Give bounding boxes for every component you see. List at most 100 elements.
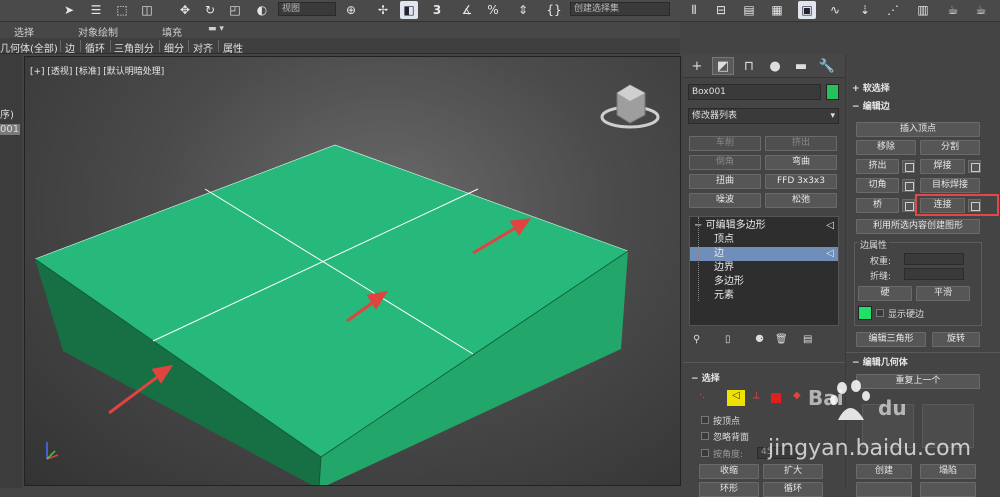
tab-geometry-all[interactable]: 几何体(全部): [0, 40, 58, 55]
viewcube-icon[interactable]: [600, 84, 660, 129]
render-setup-icon[interactable]: ▥: [914, 1, 932, 19]
select-by-name-icon[interactable]: ☰: [87, 1, 105, 19]
mirror-icon[interactable]: ⫴: [685, 1, 703, 19]
insert-vertex-button[interactable]: 插入顶点: [856, 122, 980, 137]
reference-coordinate-dropdown[interactable]: 视图: [278, 2, 336, 16]
selection-rollout-header[interactable]: − 选择: [691, 372, 720, 386]
extrude-modifier-button[interactable]: 挤出: [765, 136, 837, 151]
ignore-backfacing-checkbox[interactable]: [701, 432, 709, 440]
remove-button[interactable]: 移除: [856, 140, 916, 155]
stack-item-vertex[interactable]: 顶点: [690, 233, 838, 247]
edit-edges-rollout-header[interactable]: − 编辑边: [852, 100, 890, 114]
rotate-icon[interactable]: ↻: [201, 1, 219, 19]
shrink-button[interactable]: 收缩: [699, 464, 759, 479]
split-button[interactable]: 分割: [920, 140, 980, 155]
object-color-swatch[interactable]: [826, 84, 839, 100]
stack-item-polygon[interactable]: 多边形: [690, 275, 838, 289]
loop-button[interactable]: 循环: [763, 482, 823, 497]
collapse-button[interactable]: 塌陷: [920, 464, 976, 479]
extrude-settings-icon[interactable]: [902, 160, 915, 173]
modifier-stack[interactable]: − 可编辑多边形 ◁ 顶点 边 ◁ 边界 多边形 元素: [689, 216, 839, 326]
named-selection-icon[interactable]: {}: [545, 1, 563, 19]
ribbon-group-select[interactable]: 选择: [14, 24, 34, 39]
scale-icon[interactable]: ◰: [226, 1, 244, 19]
target-weld-button[interactable]: 目标焊接: [920, 178, 980, 193]
stack-item-editable-poly[interactable]: − 可编辑多边形 ◁: [690, 219, 838, 233]
tab-subdivide[interactable]: 细分: [164, 40, 184, 55]
object-name-field[interactable]: Box001: [688, 84, 821, 100]
configure-sets-icon[interactable]: ▤: [803, 334, 812, 345]
angle-snap-icon[interactable]: ∡: [458, 1, 476, 19]
select-manipulate-icon[interactable]: ✢: [374, 1, 392, 19]
polygon-level-icon[interactable]: [771, 393, 781, 403]
pivot-icon[interactable]: ⊕: [342, 1, 360, 19]
weld-button[interactable]: 焊接: [920, 159, 965, 174]
ribbon-group-populate[interactable]: 填充: [162, 24, 182, 39]
detach-button[interactable]: [920, 482, 976, 497]
relax-button[interactable]: 松弛: [765, 193, 837, 208]
soft-selection-rollout-header[interactable]: + 软选择: [852, 82, 890, 96]
perspective-viewport[interactable]: [+] [透视] [标准] [默认明暗处理]: [24, 56, 681, 486]
vertex-level-icon[interactable]: ·.: [699, 390, 705, 401]
edit-geometry-rollout-header[interactable]: − 编辑几何体: [852, 356, 908, 370]
ribbon-group-object-paint[interactable]: 对象绘制: [78, 24, 118, 39]
curve-editor-icon[interactable]: ∿: [826, 1, 844, 19]
bridge-settings-icon[interactable]: [902, 199, 915, 212]
hierarchy-tab-icon[interactable]: ⊓: [738, 57, 760, 75]
stack-item-edge[interactable]: 边 ◁: [690, 247, 838, 261]
material-editor-icon[interactable]: ⋰: [884, 1, 902, 19]
percent-snap-icon[interactable]: %: [484, 1, 502, 19]
ribbon-dropdown-icon[interactable]: ▬ ▾: [208, 24, 224, 34]
select-object-icon[interactable]: ➤: [60, 1, 78, 19]
scene-explorer-icon[interactable]: ▦: [768, 1, 786, 19]
align-icon[interactable]: ⊟: [712, 1, 730, 19]
snaps-toggle-icon[interactable]: 3: [428, 1, 446, 19]
ring-button[interactable]: 环形: [699, 482, 759, 497]
move-icon[interactable]: ✥: [176, 1, 194, 19]
hard-edge-color-swatch[interactable]: [858, 306, 872, 320]
rect-selection-icon[interactable]: ⬚: [113, 1, 131, 19]
box-top-face[interactable]: [35, 145, 628, 457]
schematic-view-icon[interactable]: ⇣: [856, 1, 874, 19]
show-hard-edges-checkbox[interactable]: [876, 309, 884, 317]
create-tab-icon[interactable]: +: [686, 57, 708, 75]
twist-button[interactable]: 扭曲: [689, 174, 761, 189]
modifier-list-dropdown[interactable]: 修改器列表 ▾: [688, 108, 839, 124]
create-shape-button[interactable]: 利用所选内容创建图形: [856, 219, 980, 234]
by-vertex-checkbox[interactable]: [701, 416, 709, 424]
place-icon[interactable]: ◐: [253, 1, 271, 19]
modify-tab-icon[interactable]: ◩: [712, 57, 734, 75]
chamfer-settings-icon[interactable]: [902, 179, 915, 192]
bevel-button[interactable]: 倒角: [689, 155, 761, 170]
weld-settings-icon[interactable]: [968, 160, 981, 173]
scene-explorer-item[interactable]: 001: [0, 124, 20, 135]
tab-align[interactable]: 对齐: [193, 40, 213, 55]
hard-button[interactable]: 硬: [858, 286, 912, 301]
spinner-snap-icon[interactable]: ⇕: [514, 1, 532, 19]
make-unique-icon[interactable]: ⚈: [755, 334, 764, 345]
ffd-button[interactable]: FFD 3x3x3: [765, 174, 837, 189]
tab-loop[interactable]: 循环: [85, 40, 105, 55]
remove-modifier-icon[interactable]: 🗑: [775, 334, 788, 345]
display-tab-icon[interactable]: ▬: [790, 57, 812, 75]
keyboard-shortcut-icon[interactable]: ◧: [400, 1, 418, 19]
layer-icon[interactable]: ▤: [740, 1, 758, 19]
pin-stack-icon[interactable]: ⚲: [693, 334, 700, 345]
tab-properties[interactable]: 属性: [223, 40, 243, 55]
show-end-result-icon[interactable]: ▯: [725, 334, 731, 345]
by-angle-checkbox[interactable]: [701, 449, 709, 457]
chamfer-button[interactable]: 切角: [856, 178, 899, 193]
turn-button[interactable]: 旋转: [932, 332, 980, 347]
selection-set-dropdown[interactable]: 创建选择集: [570, 2, 670, 16]
border-level-icon[interactable]: ⟂: [753, 390, 760, 401]
tab-triangulate[interactable]: 三角剖分: [114, 40, 154, 55]
noise-button[interactable]: 噪波: [689, 193, 761, 208]
utilities-tab-icon[interactable]: 🔧: [816, 57, 838, 75]
attach-button[interactable]: [856, 482, 912, 497]
lathe-button[interactable]: 车削: [689, 136, 761, 151]
motion-tab-icon[interactable]: ●: [764, 57, 786, 75]
extrude-edge-button[interactable]: 挤出: [856, 159, 899, 174]
create-button[interactable]: 创建: [856, 464, 912, 479]
window-crossing-icon[interactable]: ◫: [138, 1, 156, 19]
weight-spinner[interactable]: [904, 253, 964, 265]
